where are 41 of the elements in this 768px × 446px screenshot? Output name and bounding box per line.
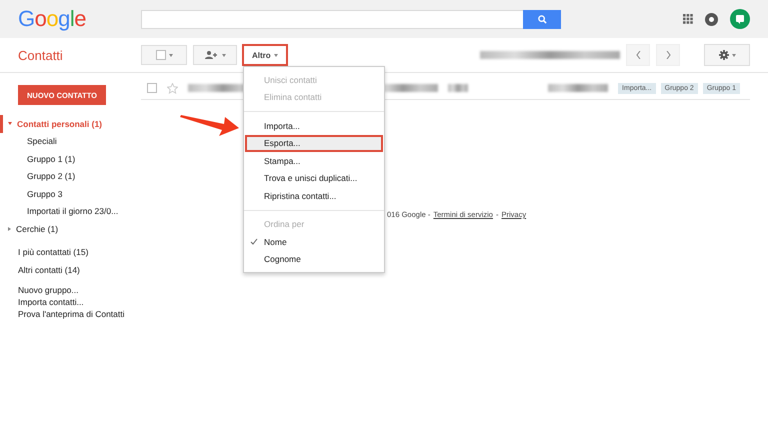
app-title: Contatti bbox=[18, 48, 64, 62]
chevron-right-icon bbox=[666, 51, 670, 59]
sidebar-item[interactable]: I più contattati (15) bbox=[0, 244, 141, 261]
more-button[interactable]: Altro bbox=[243, 45, 287, 65]
sidebar-item[interactable]: Speciali bbox=[0, 132, 141, 150]
menu-item[interactable]: Importa... bbox=[245, 117, 383, 134]
menu-heading: Ordina per bbox=[263, 218, 306, 232]
redacted-text bbox=[448, 84, 468, 92]
redacted-text bbox=[548, 84, 608, 92]
menu-item[interactable]: Esporta... bbox=[245, 134, 383, 152]
check-icon bbox=[250, 238, 258, 245]
add-contact-button[interactable] bbox=[193, 45, 237, 65]
sidebar-item[interactable]: Cerchie (1) bbox=[0, 220, 141, 238]
sidebar-item[interactable]: Gruppo 1 (1) bbox=[0, 150, 141, 168]
settings-button[interactable] bbox=[704, 44, 750, 66]
chevron-left-icon bbox=[636, 51, 640, 59]
add-person-icon bbox=[204, 51, 218, 59]
sidebar-item[interactable]: Gruppo 2 (1) bbox=[0, 168, 141, 185]
notifications-icon[interactable] bbox=[705, 12, 718, 26]
checkbox[interactable] bbox=[147, 83, 157, 93]
sidebar-link[interactable]: Prova l'anteprima di Contatti bbox=[0, 308, 141, 320]
menu-item[interactable]: Ripristina contatti... bbox=[245, 187, 383, 204]
search-button[interactable] bbox=[523, 10, 561, 28]
sidebar-link[interactable]: Importa contatti... bbox=[0, 296, 141, 308]
sidebar-link[interactable]: Nuovo gruppo... bbox=[0, 284, 141, 296]
select-button[interactable] bbox=[141, 45, 187, 65]
settings-icon bbox=[718, 50, 728, 60]
menu-option[interactable]: Cognome bbox=[245, 250, 383, 268]
search-field[interactable] bbox=[141, 10, 523, 28]
menu-item[interactable]: Trova e unisci duplicati... bbox=[245, 170, 383, 187]
sidebar-item[interactable]: Contatti personali (1) bbox=[0, 115, 141, 132]
sidebar-item[interactable]: Importati il giorno 23/0... bbox=[0, 202, 141, 220]
sidebar-item[interactable]: Gruppo 3 bbox=[0, 185, 141, 202]
search-icon bbox=[538, 14, 546, 24]
menu-option[interactable]: Nome bbox=[245, 233, 383, 250]
annotation-arrow bbox=[180, 115, 240, 139]
menu-item[interactable]: Stampa... bbox=[245, 152, 383, 170]
avatar-icon[interactable] bbox=[730, 9, 750, 29]
star-icon[interactable] bbox=[167, 82, 178, 94]
sidebar-item[interactable]: Altri contatti (14) bbox=[0, 261, 141, 278]
apps-grid-icon[interactable] bbox=[683, 14, 693, 24]
